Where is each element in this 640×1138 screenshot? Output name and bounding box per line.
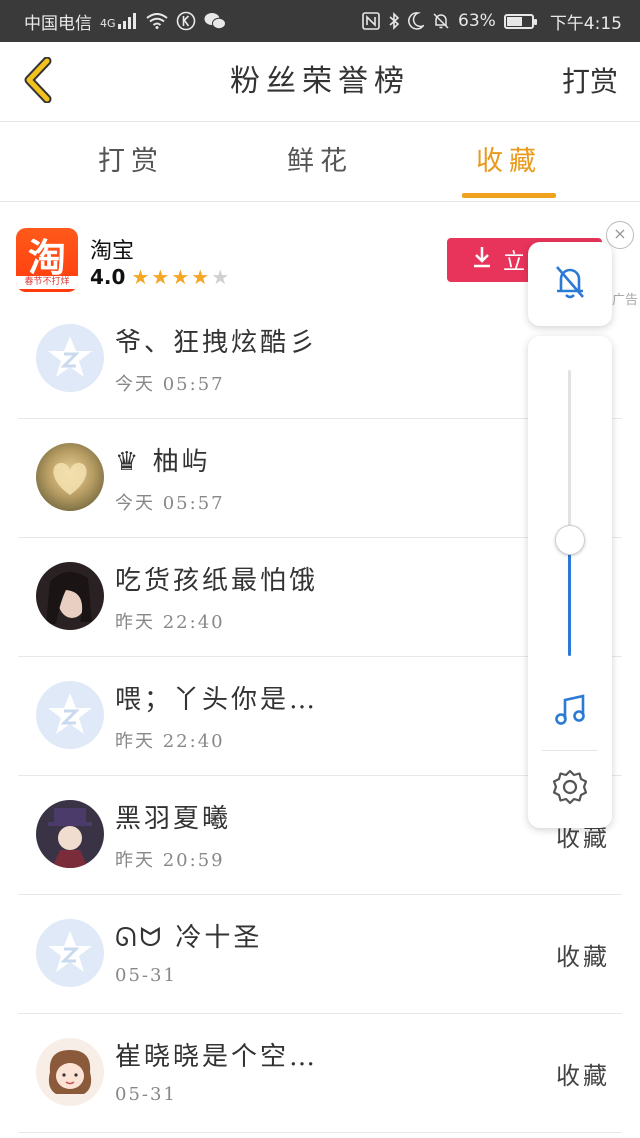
gear-icon bbox=[551, 768, 589, 810]
fan-name: 黑羽夏曦 bbox=[115, 804, 232, 834]
mute-icon bbox=[432, 12, 450, 30]
music-note-icon bbox=[552, 692, 588, 732]
star-filled-icon: ★ bbox=[151, 265, 170, 289]
wechat-icon bbox=[204, 12, 226, 30]
bell-off-icon bbox=[553, 264, 587, 304]
download-icon bbox=[473, 246, 491, 274]
carrier-label: 中国电信 bbox=[24, 13, 92, 34]
star-empty-icon: ★ bbox=[211, 265, 230, 289]
nfc-icon bbox=[362, 12, 380, 30]
favorite-label: 收藏 bbox=[556, 943, 610, 971]
mute-toggle-button[interactable] bbox=[528, 242, 612, 326]
tab-favorites-label: 收藏 bbox=[476, 146, 542, 177]
tab-favorites[interactable]: 收藏 bbox=[444, 122, 574, 202]
reward-button[interactable]: 打赏 bbox=[562, 42, 618, 122]
fan-time: 昨天 22:40 bbox=[115, 731, 225, 752]
header-bar: 粉丝荣誉榜 打赏 bbox=[0, 42, 640, 122]
default-avatar bbox=[36, 681, 104, 749]
fan-name: 吃货孩纸最怕饿 bbox=[115, 566, 319, 596]
fan-time: 今天 05:57 bbox=[115, 493, 225, 514]
fan-name: ᘏᗢ 冷十圣 bbox=[115, 923, 263, 953]
volume-panel bbox=[528, 336, 612, 828]
battery-icon bbox=[503, 13, 537, 29]
list-item[interactable]: 崔晓晓是个空… 05-31 收藏 bbox=[18, 1014, 622, 1133]
clock: 下午4:15 bbox=[549, 13, 622, 34]
tab-flowers[interactable]: 鲜花 bbox=[255, 122, 385, 202]
favorite-label: 收藏 bbox=[556, 1062, 610, 1090]
fan-name: 崔晓晓是个空… bbox=[115, 1042, 319, 1072]
taobao-logo-subtext: 春节不打烊 bbox=[16, 276, 78, 289]
bluetooth-icon bbox=[388, 12, 400, 30]
fan-time: 05-31 bbox=[115, 965, 177, 986]
taobao-logo-char: 淘 bbox=[27, 235, 66, 280]
ad-rating: 4.0 ★ ★ ★ ★ ★ bbox=[90, 265, 229, 289]
signal-icon bbox=[117, 13, 138, 29]
user-avatar bbox=[36, 562, 104, 630]
star-filled-icon: ★ bbox=[191, 265, 210, 289]
tab-reward[interactable]: 打赏 bbox=[66, 122, 196, 202]
moon-icon bbox=[408, 12, 425, 30]
network-label: 4G bbox=[100, 16, 116, 30]
ad-rating-value: 4.0 bbox=[90, 265, 126, 289]
k-app-icon bbox=[176, 11, 196, 31]
fan-name: 喂；丫头你是… bbox=[115, 685, 319, 715]
volume-slider-thumb[interactable] bbox=[555, 524, 585, 555]
star-filled-icon: ★ bbox=[171, 265, 190, 289]
fan-time: 昨天 20:59 bbox=[115, 850, 225, 871]
active-tab-indicator bbox=[462, 193, 556, 198]
ad-close-button[interactable]: × bbox=[606, 221, 634, 249]
fan-time: 05-31 bbox=[115, 1084, 177, 1105]
fan-time: 今天 05:57 bbox=[115, 374, 225, 395]
user-avatar bbox=[36, 800, 104, 868]
page-title: 粉丝荣誉榜 bbox=[230, 64, 410, 99]
fan-name: ♛ 柚屿 bbox=[115, 447, 211, 477]
default-avatar bbox=[36, 324, 104, 392]
status-bar: 中国电信 4G 63% 下午4:15 bbox=[0, 0, 640, 42]
panel-divider bbox=[542, 750, 598, 751]
media-volume-button[interactable] bbox=[549, 691, 591, 733]
volume-slider-fill bbox=[568, 539, 571, 656]
ad-install-label: 立 bbox=[503, 250, 526, 275]
user-avatar bbox=[36, 1038, 104, 1106]
battery-percent: 63% bbox=[458, 11, 496, 31]
taobao-logo: 淘 春节不打烊 bbox=[16, 228, 78, 292]
tab-bar: 打赏 鲜花 收藏 bbox=[0, 122, 640, 202]
sound-settings-button[interactable] bbox=[549, 768, 591, 810]
default-avatar bbox=[36, 919, 104, 987]
ad-app-name: 淘宝 bbox=[90, 239, 135, 264]
fan-time: 昨天 22:40 bbox=[115, 612, 225, 633]
wifi-icon bbox=[145, 13, 168, 29]
user-avatar bbox=[36, 443, 104, 511]
list-item[interactable]: ᘏᗢ 冷十圣 05-31 收藏 bbox=[18, 895, 622, 1014]
fan-name: 爷、狂拽炫酷彡 bbox=[115, 328, 319, 358]
rating-stars: ★ ★ ★ ★ ★ bbox=[131, 265, 229, 289]
star-filled-icon: ★ bbox=[131, 265, 150, 289]
